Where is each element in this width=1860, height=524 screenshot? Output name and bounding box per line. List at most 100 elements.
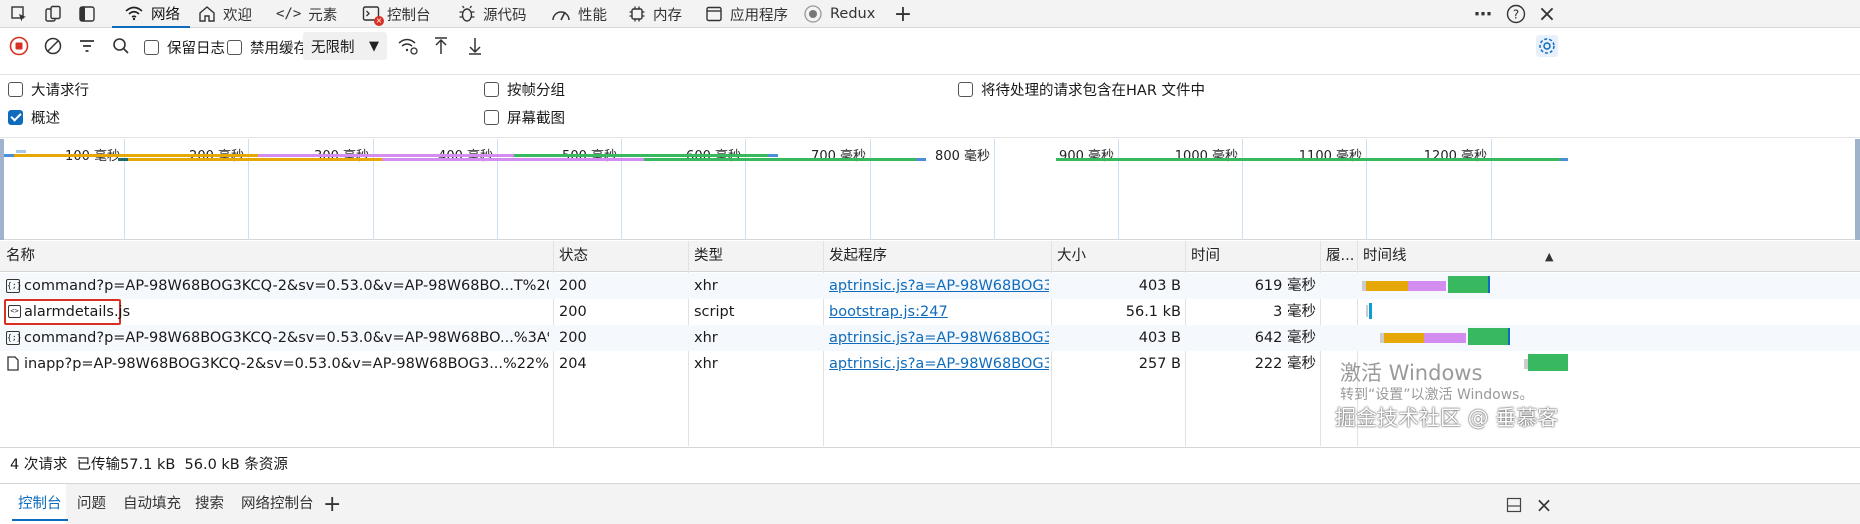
tab-welcome[interactable]: 欢迎 <box>198 0 252 28</box>
activate-windows-subtitle: 转到“设置”以激活 Windows。 <box>1340 387 1534 403</box>
request-time: 619 毫秒 <box>1254 278 1316 294</box>
search-icon[interactable] <box>110 35 132 57</box>
request-initiator-link[interactable]: bootstrap.js:247 <box>829 299 1049 325</box>
tab-application[interactable]: 应用程序 <box>705 0 788 28</box>
drawer-tab-console[interactable]: 控制台 <box>12 484 67 524</box>
request-status: 200 <box>559 278 587 294</box>
console-icon: × <box>362 5 384 26</box>
include-pending-har-checkbox[interactable]: 将待处理的请求包含在HAR 文件中 <box>958 79 1205 100</box>
activate-windows-title: 激活 Windows <box>1340 361 1483 385</box>
overview-bar <box>644 158 916 161</box>
disable-cache-checkbox[interactable]: 禁用缓存 <box>227 37 308 58</box>
checkbox-box[interactable] <box>144 40 159 55</box>
column-header-time[interactable]: 时间 <box>1185 241 1320 272</box>
close-drawer-icon[interactable]: × <box>1534 493 1554 517</box>
column-header-type[interactable]: 类型 <box>688 241 823 272</box>
overview-grid-line <box>994 139 995 240</box>
group-by-frame-label: 按帧分组 <box>507 83 565 99</box>
more-options-icon[interactable]: ⋯ <box>1472 3 1494 25</box>
tab-performance[interactable]: 性能 <box>551 0 607 28</box>
request-name[interactable]: command?p=AP-98W68BOG3KCQ-2&sv=0.53.0&v=… <box>24 325 549 351</box>
checkbox-box[interactable] <box>8 82 23 97</box>
help-icon[interactable]: ? <box>1505 3 1527 25</box>
tab-sources[interactable]: 源代码 <box>458 0 527 28</box>
tab-console[interactable]: × 控制台 <box>362 0 431 28</box>
large-rows-checkbox[interactable]: 大请求行 <box>8 79 89 100</box>
preserve-log-checkbox[interactable]: 保留日志 <box>144 37 225 58</box>
screenshots-label: 屏幕截图 <box>507 111 565 127</box>
overview-checkbox[interactable]: 概述 <box>8 107 60 128</box>
column-header-status[interactable]: 状态 <box>553 241 688 272</box>
record-stop-icon[interactable] <box>8 35 30 57</box>
clear-icon[interactable] <box>42 35 64 57</box>
table-row[interactable]: {;} command?p=AP-98W68BOG3KCQ-2&sv=0.53.… <box>0 325 1860 351</box>
column-header-size[interactable]: 大小 <box>1051 241 1185 272</box>
tab-redux[interactable]: Redux <box>803 0 875 28</box>
tab-label: 内存 <box>653 7 682 24</box>
export-har-icon[interactable] <box>464 35 486 57</box>
filter-icon[interactable] <box>76 35 98 57</box>
overview-grid-line <box>1491 139 1492 240</box>
sort-ascending-icon[interactable]: ▲ <box>1545 250 1553 263</box>
import-har-icon[interactable] <box>430 35 452 57</box>
request-initiator-link[interactable]: aptrinsic.js?a=AP-98W68BOG3KCQ-2 <box>829 273 1049 299</box>
group-by-frame-checkbox[interactable]: 按帧分组 <box>484 79 565 100</box>
tab-memory[interactable]: 内存 <box>628 0 682 28</box>
throttling-select[interactable]: 无限制 ▼ <box>303 32 387 60</box>
request-name[interactable]: alarmdetails.js <box>24 299 549 325</box>
request-initiator-link[interactable]: aptrinsic.js?a=AP-98W68BOG3KCQ-2 <box>829 351 1049 377</box>
overview-bar <box>16 150 26 153</box>
preserve-log-label: 保留日志 <box>167 41 225 57</box>
checkbox-box[interactable] <box>958 82 973 97</box>
network-summary-bar: 4 次请求 已传输57.1 kB 56.0 kB 条资源 <box>0 447 1860 481</box>
tab-elements[interactable]: </> 元素 <box>276 0 337 28</box>
request-name[interactable]: command?p=AP-98W68BOG3KCQ-2&sv=0.53.0&v=… <box>24 273 549 299</box>
column-header-initiator[interactable]: 发起程序 <box>823 241 1051 272</box>
checkbox-box[interactable] <box>484 82 499 97</box>
column-header-fulfilled[interactable]: 履... <box>1320 241 1357 272</box>
request-size: 403 B <box>1138 330 1181 346</box>
drawer-tab-issues[interactable]: 问题 <box>77 484 106 524</box>
drawer-tab-network-console[interactable]: 网络控制台 <box>241 484 314 524</box>
checkbox-box[interactable] <box>227 40 242 55</box>
overview-bar <box>916 158 926 161</box>
add-tab-icon[interactable]: + <box>892 2 914 27</box>
overview-bar <box>1560 158 1568 161</box>
waterfall-bar-waiting <box>1366 281 1408 291</box>
request-initiator-link[interactable]: aptrinsic.js?a=AP-98W68BOG3KCQ-2 <box>829 325 1049 351</box>
overview-grid-line <box>870 139 871 240</box>
table-row[interactable]: {;} command?p=AP-98W68BOG3KCQ-2&sv=0.53.… <box>0 273 1860 299</box>
network-settings-gear-icon[interactable] <box>1536 35 1558 57</box>
checkbox-box[interactable] <box>484 110 499 125</box>
checkbox-box-checked[interactable] <box>8 110 23 125</box>
drawer-tab-search[interactable]: 搜索 <box>195 484 224 524</box>
network-conditions-icon[interactable] <box>396 35 420 57</box>
column-header-waterfall[interactable]: 时间线 <box>1357 241 1537 272</box>
bottom-drawer-tabs: 控制台 问题 自动填充 搜索 网络控制台 + × <box>0 483 1860 524</box>
request-size: 403 B <box>1138 278 1181 294</box>
table-row[interactable]: <> alarmdetails.js 200 script bootstrap.… <box>0 299 1860 325</box>
add-drawer-tab-icon[interactable]: + <box>323 484 341 524</box>
request-name[interactable]: inapp?p=AP-98W68BOG3KCQ-2&sv=0.53.0&v=AP… <box>24 351 549 377</box>
bug-icon <box>459 5 475 22</box>
request-time: 222 毫秒 <box>1254 356 1316 372</box>
toggle-sidebar-icon[interactable] <box>76 4 98 24</box>
error-badge-icon: × <box>374 16 384 26</box>
device-emulation-icon[interactable] <box>42 4 64 24</box>
screenshots-checkbox[interactable]: 屏幕截图 <box>484 107 565 128</box>
tab-network[interactable]: 网络 <box>112 0 190 28</box>
inspect-element-icon[interactable] <box>8 4 30 24</box>
request-type: xhr <box>694 356 718 372</box>
close-devtools-icon[interactable]: × <box>1536 2 1558 27</box>
overview-right-handle[interactable] <box>1855 139 1860 240</box>
dock-drawer-icon[interactable] <box>1504 496 1524 514</box>
request-type: xhr <box>694 278 718 294</box>
column-header-name[interactable]: 名称 <box>0 241 553 272</box>
overview-timeline[interactable]: 100 毫秒 200 毫秒 300 毫秒 400 毫秒 500 毫秒 600 毫… <box>0 139 1860 240</box>
waterfall-bar-waiting <box>1384 333 1424 343</box>
xhr-icon: {;} <box>6 331 21 345</box>
overview-bar <box>382 158 644 161</box>
request-status: 200 <box>559 304 587 320</box>
table-row[interactable]: inapp?p=AP-98W68BOG3KCQ-2&sv=0.53.0&v=AP… <box>0 351 1860 377</box>
drawer-tab-autofill[interactable]: 自动填充 <box>123 484 181 524</box>
